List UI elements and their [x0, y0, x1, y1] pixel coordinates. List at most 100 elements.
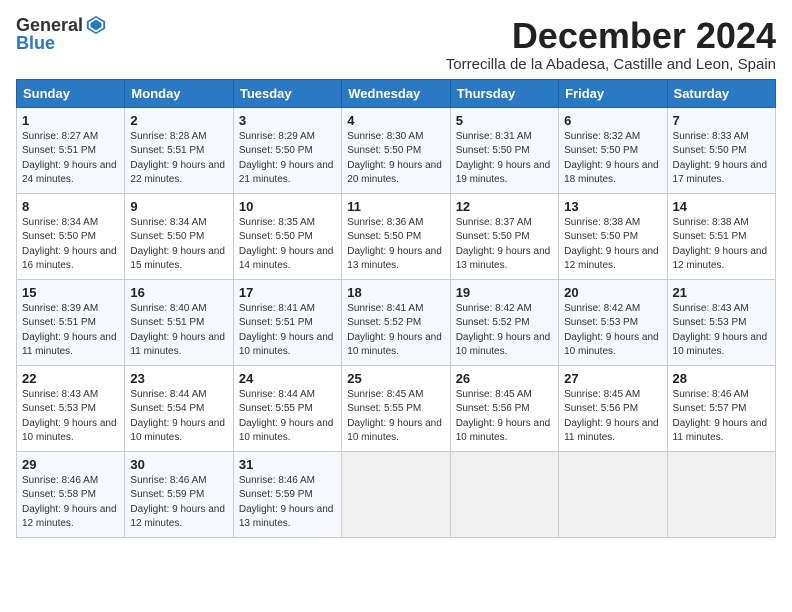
day-number: 17 [239, 285, 336, 300]
calendar-cell: 9 Sunrise: 8:34 AMSunset: 5:50 PMDaylight… [125, 193, 233, 279]
calendar-cell: 21 Sunrise: 8:43 AMSunset: 5:53 PMDayligh… [667, 279, 775, 365]
day-number: 3 [239, 113, 336, 128]
day-detail: Sunrise: 8:46 AMSunset: 5:58 PMDaylight:… [22, 474, 119, 532]
day-number: 1 [22, 113, 119, 128]
day-number: 20 [564, 285, 661, 300]
calendar-cell: 29 Sunrise: 8:46 AMSunset: 5:58 PMDayligh… [17, 451, 125, 537]
day-detail: Sunrise: 8:30 AMSunset: 5:50 PMDaylight:… [347, 130, 444, 188]
header-friday: Friday [559, 79, 667, 107]
day-detail: Sunrise: 8:33 AMSunset: 5:50 PMDaylight:… [673, 130, 770, 188]
day-detail: Sunrise: 8:45 AMSunset: 5:56 PMDaylight:… [564, 388, 661, 446]
day-number: 25 [347, 371, 444, 386]
day-detail: Sunrise: 8:41 AMSunset: 5:51 PMDaylight:… [239, 302, 336, 360]
day-number: 16 [130, 285, 227, 300]
day-number: 19 [456, 285, 553, 300]
day-detail: Sunrise: 8:29 AMSunset: 5:50 PMDaylight:… [239, 130, 336, 188]
day-number: 13 [564, 199, 661, 214]
day-number: 10 [239, 199, 336, 214]
calendar-cell: 20Sunrise: 8:42 AMSunset: 5:53 PMDayligh… [559, 279, 667, 365]
day-detail: Sunrise: 8:36 AMSunset: 5:50 PMDaylight:… [347, 216, 444, 274]
day-detail: Sunrise: 8:46 AMSunset: 5:57 PMDaylight:… [673, 388, 770, 446]
header-thursday: Thursday [450, 79, 558, 107]
calendar-cell: 2 Sunrise: 8:28 AMSunset: 5:51 PMDaylight… [125, 107, 233, 193]
day-detail: Sunrise: 8:39 AMSunset: 5:51 PMDaylight:… [22, 302, 119, 360]
calendar-cell: 31 Sunrise: 8:46 AMSunset: 5:59 PMDayligh… [233, 451, 341, 537]
calendar-cell: 28 Sunrise: 8:46 AMSunset: 5:57 PMDayligh… [667, 365, 775, 451]
location-title: Torrecilla de la Abadesa, Castille and L… [446, 56, 776, 73]
day-number: 23 [130, 371, 227, 386]
calendar-cell: 7 Sunrise: 8:33 AMSunset: 5:50 PMDaylight… [667, 107, 775, 193]
calendar-cell [559, 451, 667, 537]
day-detail: Sunrise: 8:28 AMSunset: 5:51 PMDaylight:… [130, 130, 227, 188]
day-number: 7 [673, 113, 770, 128]
day-number: 26 [456, 371, 553, 386]
day-detail: Sunrise: 8:41 AMSunset: 5:52 PMDaylight:… [347, 302, 444, 360]
calendar-cell: 23Sunrise: 8:44 AMSunset: 5:54 PMDayligh… [125, 365, 233, 451]
calendar-week-4: 29 Sunrise: 8:46 AMSunset: 5:58 PMDayligh… [17, 451, 776, 537]
calendar-cell [342, 451, 450, 537]
calendar-cell: 5Sunrise: 8:31 AMSunset: 5:50 PMDaylight… [450, 107, 558, 193]
day-detail: Sunrise: 8:45 AMSunset: 5:56 PMDaylight:… [456, 388, 553, 446]
calendar-cell: 25 Sunrise: 8:45 AMSunset: 5:55 PMDayligh… [342, 365, 450, 451]
calendar-cell [667, 451, 775, 537]
calendar-cell: 24 Sunrise: 8:44 AMSunset: 5:55 PMDayligh… [233, 365, 341, 451]
day-number: 29 [22, 457, 119, 472]
day-detail: Sunrise: 8:42 AMSunset: 5:52 PMDaylight:… [456, 302, 553, 360]
calendar-cell: 3 Sunrise: 8:29 AMSunset: 5:50 PMDaylight… [233, 107, 341, 193]
header-monday: Monday [125, 79, 233, 107]
calendar-week-2: 15 Sunrise: 8:39 AMSunset: 5:51 PMDayligh… [17, 279, 776, 365]
day-number: 18 [347, 285, 444, 300]
month-title: December 2024 [446, 16, 776, 56]
calendar-cell [450, 451, 558, 537]
day-number: 31 [239, 457, 336, 472]
day-number: 24 [239, 371, 336, 386]
calendar-cell: 27 Sunrise: 8:45 AMSunset: 5:56 PMDayligh… [559, 365, 667, 451]
day-number: 6 [564, 113, 661, 128]
day-detail: Sunrise: 8:27 AMSunset: 5:51 PMDaylight:… [22, 130, 119, 188]
calendar-week-3: 22Sunrise: 8:43 AMSunset: 5:53 PMDayligh… [17, 365, 776, 451]
day-number: 5 [456, 113, 553, 128]
day-number: 2 [130, 113, 227, 128]
day-detail: Sunrise: 8:38 AMSunset: 5:51 PMDaylight:… [673, 216, 770, 274]
calendar-cell: 18 Sunrise: 8:41 AMSunset: 5:52 PMDayligh… [342, 279, 450, 365]
logo: General Blue [16, 16, 107, 54]
day-number: 9 [130, 199, 227, 214]
day-number: 21 [673, 285, 770, 300]
day-detail: Sunrise: 8:32 AMSunset: 5:50 PMDaylight:… [564, 130, 661, 188]
day-number: 14 [673, 199, 770, 214]
day-detail: Sunrise: 8:37 AMSunset: 5:50 PMDaylight:… [456, 216, 553, 274]
title-block: December 2024 Torrecilla de la Abadesa, … [446, 16, 776, 73]
calendar-cell: 8Sunrise: 8:34 AMSunset: 5:50 PMDaylight… [17, 193, 125, 279]
logo-icon [85, 14, 107, 36]
day-number: 30 [130, 457, 227, 472]
day-number: 27 [564, 371, 661, 386]
day-detail: Sunrise: 8:46 AMSunset: 5:59 PMDaylight:… [130, 474, 227, 532]
calendar-cell: 12Sunrise: 8:37 AMSunset: 5:50 PMDayligh… [450, 193, 558, 279]
day-number: 4 [347, 113, 444, 128]
calendar-table: SundayMondayTuesdayWednesdayThursdayFrid… [16, 79, 776, 538]
header-row: SundayMondayTuesdayWednesdayThursdayFrid… [17, 79, 776, 107]
day-detail: Sunrise: 8:40 AMSunset: 5:51 PMDaylight:… [130, 302, 227, 360]
calendar-cell: 16 Sunrise: 8:40 AMSunset: 5:51 PMDayligh… [125, 279, 233, 365]
calendar-cell: 15 Sunrise: 8:39 AMSunset: 5:51 PMDayligh… [17, 279, 125, 365]
day-number: 22 [22, 371, 119, 386]
header-sunday: Sunday [17, 79, 125, 107]
day-detail: Sunrise: 8:34 AMSunset: 5:50 PMDaylight:… [22, 216, 119, 274]
calendar-cell: 26 Sunrise: 8:45 AMSunset: 5:56 PMDayligh… [450, 365, 558, 451]
header-saturday: Saturday [667, 79, 775, 107]
day-detail: Sunrise: 8:46 AMSunset: 5:59 PMDaylight:… [239, 474, 336, 532]
calendar-cell: 6 Sunrise: 8:32 AMSunset: 5:50 PMDaylight… [559, 107, 667, 193]
day-detail: Sunrise: 8:43 AMSunset: 5:53 PMDaylight:… [673, 302, 770, 360]
calendar-cell: 22Sunrise: 8:43 AMSunset: 5:53 PMDayligh… [17, 365, 125, 451]
day-detail: Sunrise: 8:45 AMSunset: 5:55 PMDaylight:… [347, 388, 444, 446]
day-detail: Sunrise: 8:44 AMSunset: 5:55 PMDaylight:… [239, 388, 336, 446]
day-detail: Sunrise: 8:38 AMSunset: 5:50 PMDaylight:… [564, 216, 661, 274]
calendar-cell: 30 Sunrise: 8:46 AMSunset: 5:59 PMDayligh… [125, 451, 233, 537]
calendar-cell: 13 Sunrise: 8:38 AMSunset: 5:50 PMDayligh… [559, 193, 667, 279]
calendar-week-0: 1 Sunrise: 8:27 AMSunset: 5:51 PMDaylight… [17, 107, 776, 193]
calendar-cell: 17 Sunrise: 8:41 AMSunset: 5:51 PMDayligh… [233, 279, 341, 365]
calendar-cell: 11Sunrise: 8:36 AMSunset: 5:50 PMDayligh… [342, 193, 450, 279]
day-number: 28 [673, 371, 770, 386]
day-number: 15 [22, 285, 119, 300]
day-detail: Sunrise: 8:34 AMSunset: 5:50 PMDaylight:… [130, 216, 227, 274]
